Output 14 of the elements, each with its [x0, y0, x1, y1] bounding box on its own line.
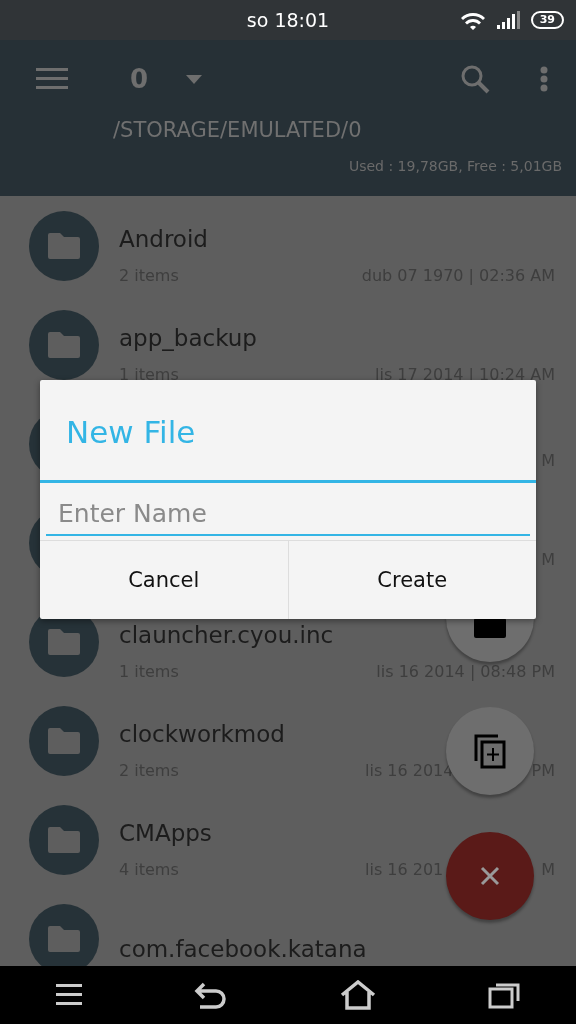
- current-path: /STORAGE/EMULATED/0: [113, 118, 363, 142]
- name-input-field[interactable]: Enter Name: [46, 493, 530, 536]
- create-button[interactable]: Create: [287, 541, 536, 619]
- file-name[interactable]: CMApps: [119, 820, 555, 846]
- battery-level: 39: [530, 11, 564, 29]
- storage-info: Used : 19,78GB, Free : 5,01GB: [348, 158, 562, 174]
- file-name[interactable]: Android: [119, 226, 555, 252]
- cancel-button[interactable]: Cancel: [40, 541, 288, 619]
- file-name[interactable]: clauncher.cyou.inc: [119, 622, 555, 648]
- file-name[interactable]: app_backup: [119, 325, 555, 351]
- file-name[interactable]: clockworkmod: [119, 721, 555, 747]
- status-time: so 18:01: [246, 9, 330, 31]
- folder-title: 0: [130, 64, 149, 94]
- file-name[interactable]: com.facebook.katana: [119, 935, 555, 962]
